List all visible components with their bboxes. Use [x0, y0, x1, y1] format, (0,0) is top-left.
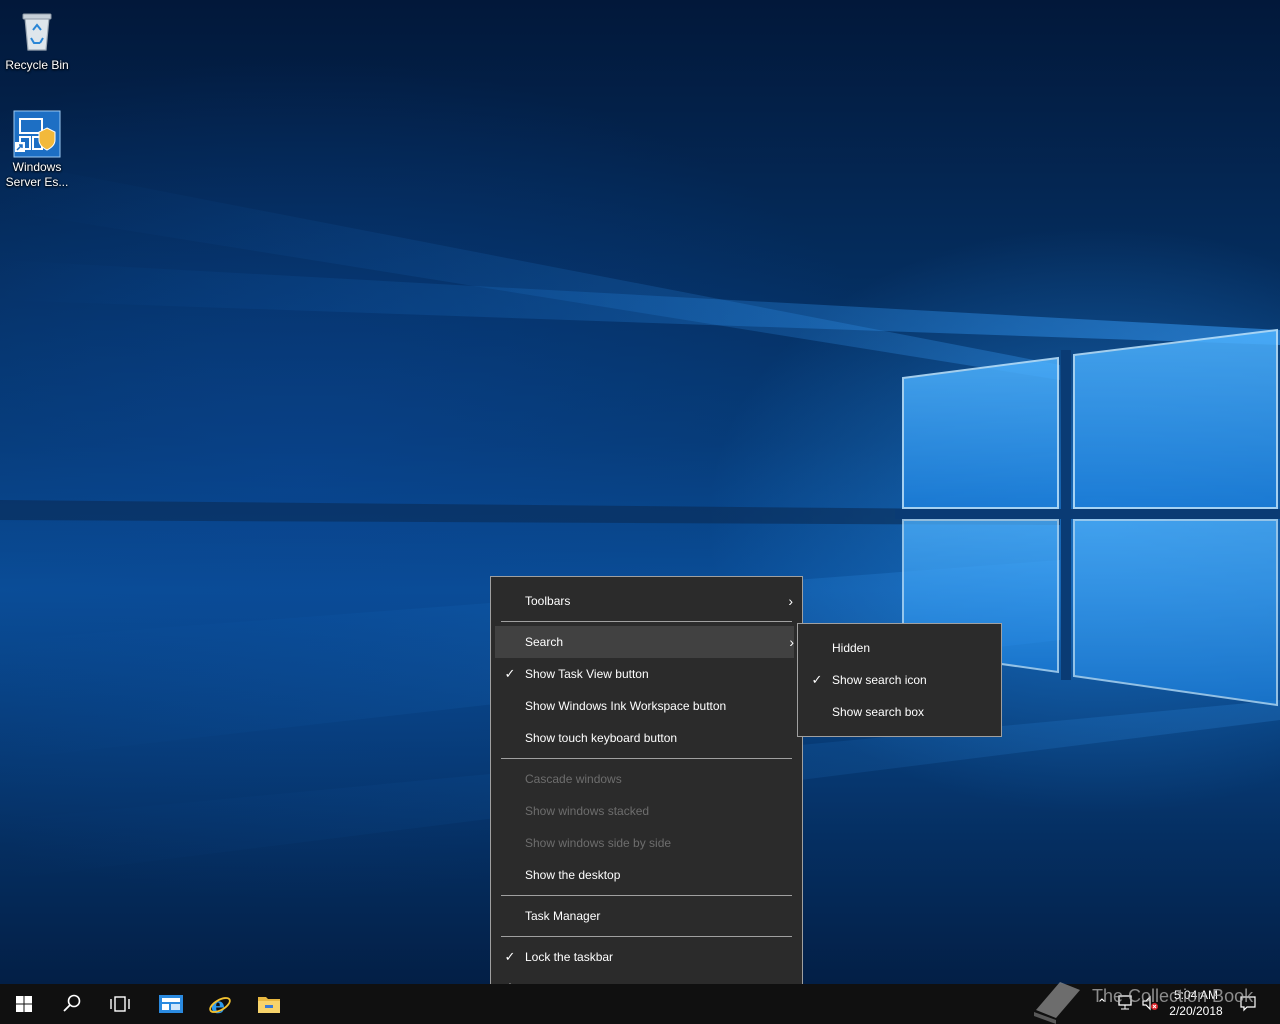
taskbar-context-menu: Toolbars › Search › ✓ Show Task View but… [490, 576, 803, 1014]
menu-item-label: Show the desktop [525, 868, 621, 882]
search-icon [63, 994, 81, 1012]
chevron-right-icon: › [789, 634, 794, 650]
desktop-icon-label: Windows Server Es... [5, 160, 69, 189]
menu-separator [501, 758, 792, 759]
menu-item-search[interactable]: Search › [495, 626, 794, 658]
submenu-item-show-search-box[interactable]: Show search box [799, 696, 1000, 728]
checkmark-icon: ✓ [811, 672, 823, 687]
taskbar-app-internet-explorer[interactable]: e [195, 984, 243, 1024]
menu-separator [501, 895, 792, 896]
menu-separator [501, 621, 792, 622]
menu-item-label: Search [525, 635, 564, 649]
menu-item-label: Show windows side by side [525, 836, 672, 850]
menu-item-label: Show search icon [832, 673, 927, 687]
checkmark-icon: ✓ [504, 949, 516, 964]
menu-item-show-desktop[interactable]: Show the desktop [492, 859, 801, 891]
menu-separator [501, 936, 792, 937]
menu-item-show-touch-keyboard[interactable]: Show touch keyboard button [492, 722, 801, 754]
submenu-item-hidden[interactable]: Hidden [799, 632, 1000, 664]
menu-item-label: Lock the taskbar [525, 950, 614, 964]
submenu-item-show-search-icon[interactable]: ✓ Show search icon [799, 664, 1000, 696]
desktop-icon-windows-server-essentials[interactable]: Windows Server Es... [0, 110, 74, 190]
internet-explorer-icon: e [209, 993, 231, 1017]
menu-item-label: Cascade windows [525, 772, 622, 786]
recycle-bin-icon [13, 8, 61, 56]
menu-item-label: Show touch keyboard button [525, 731, 678, 745]
checkmark-icon: ✓ [504, 666, 516, 681]
search-submenu: Hidden ✓ Show search icon Show search bo… [797, 623, 1002, 737]
task-view-icon [110, 996, 130, 1012]
watermark: The Collection Book [1030, 972, 1280, 1024]
menu-item-show-task-view[interactable]: ✓ Show Task View button [492, 658, 801, 690]
menu-item-show-windows-side-by-side: Show windows side by side [492, 827, 801, 859]
desktop-icon-recycle-bin[interactable]: Recycle Bin [0, 8, 74, 73]
menu-item-task-manager[interactable]: Task Manager [492, 900, 801, 932]
menu-item-show-ink-workspace[interactable]: Show Windows Ink Workspace button [492, 690, 801, 722]
menu-item-show-windows-stacked: Show windows stacked [492, 795, 801, 827]
taskbar-app-server-manager[interactable] [146, 984, 194, 1024]
search-button[interactable] [48, 984, 96, 1024]
desktop-icon-label: Recycle Bin [5, 58, 69, 72]
menu-item-label: Show Task View button [525, 667, 649, 681]
file-explorer-icon [258, 997, 280, 1013]
menu-item-toolbars[interactable]: Toolbars › [492, 585, 801, 617]
start-button[interactable] [0, 984, 48, 1024]
server-essentials-icon [13, 110, 61, 158]
menu-item-lock-taskbar[interactable]: ✓ Lock the taskbar [492, 941, 801, 973]
menu-item-label: Show windows stacked [525, 804, 650, 818]
task-view-button[interactable] [96, 984, 144, 1024]
menu-item-label: Show search box [832, 705, 925, 719]
menu-item-label: Task Manager [525, 909, 601, 923]
menu-item-label: Toolbars [525, 594, 571, 608]
chevron-right-icon: › [788, 593, 793, 609]
server-manager-icon [159, 995, 183, 1013]
menu-item-label: Show Windows Ink Workspace button [525, 699, 727, 713]
menu-item-label: Hidden [832, 641, 871, 655]
menu-item-cascade-windows: Cascade windows [492, 763, 801, 795]
taskbar-app-file-explorer[interactable] [244, 984, 292, 1024]
start-icon [16, 996, 32, 1012]
watermark-text: The Collection Book [1092, 986, 1254, 1006]
book-icon [1034, 982, 1080, 1024]
